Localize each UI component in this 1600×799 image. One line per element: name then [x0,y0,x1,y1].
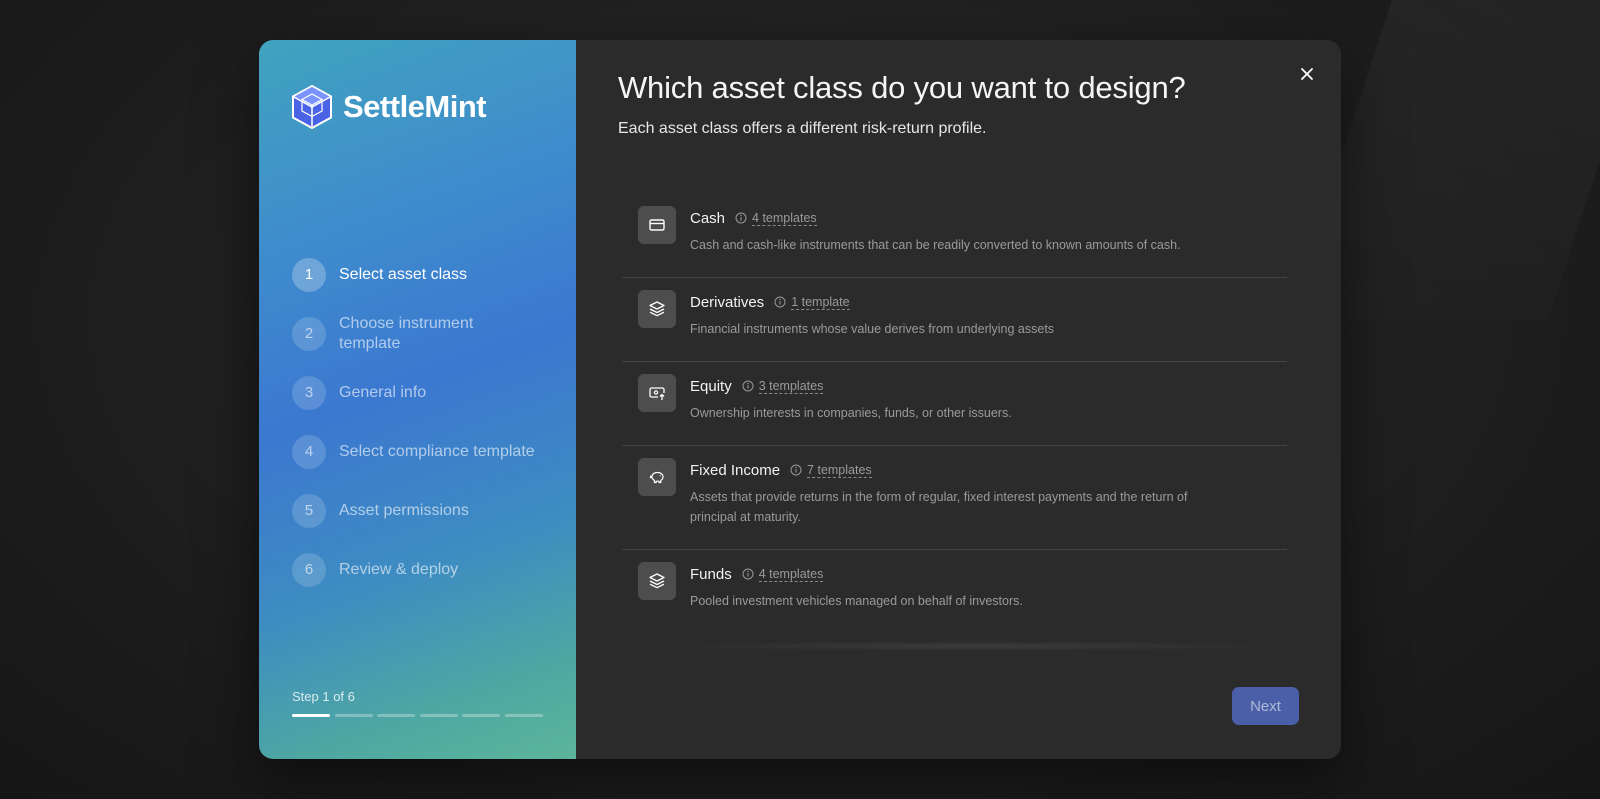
asset-class-equity[interactable]: Equity 3 templates Ownership interests i… [622,362,1287,446]
step-general-info[interactable]: 3 General info [292,363,562,422]
asset-icon-tile [638,458,676,496]
asset-class-description: Ownership interests in companies, funds,… [690,406,1012,420]
step-number: 5 [292,493,326,528]
step-label: Select asset class [339,265,468,283]
asset-class-cash[interactable]: Cash 4 templates Cash and cash-like inst… [622,194,1287,278]
info-icon [790,464,802,476]
step-choose-instrument-template[interactable]: 2 Choose instrument template [292,304,562,363]
asset-class-description: Cash and cash-like instruments that can … [690,238,1181,252]
step-asset-permissions[interactable]: 5 Asset permissions [292,481,562,540]
asset-class-description: Pooled investment vehicles managed on be… [690,594,1023,608]
step-review-deploy[interactable]: 6 Review & deploy [292,540,562,599]
info-icon [742,568,754,580]
asset-icon-tile [638,562,676,600]
asset-class-name: Equity [690,377,732,395]
step-label: Review & deploy [339,560,459,578]
templates-count-link[interactable]: 7 templates [807,463,872,478]
asset-class-description: Financial instruments whose value derive… [690,322,1055,336]
asset-class-funds[interactable]: Funds 4 templates Pooled investment vehi… [622,550,1287,633]
info-icon [774,296,786,308]
step-select-compliance-template[interactable]: 4 Select compliance template [292,422,562,481]
templates-count-link[interactable]: 4 templates [758,567,824,582]
progress-segment [377,714,415,717]
next-button[interactable]: Next [1232,687,1299,725]
info-icon [735,212,747,224]
piggy-bank-icon [649,471,664,484]
step-label: Choose instrument template [339,314,474,352]
brand-logo: SettleMint [291,84,487,130]
progress-segment [462,714,500,717]
info-icon [742,380,754,392]
step-counter: Step 1 of 6 [292,689,355,704]
step-list: 1 Select asset class 2 Choose instrument… [292,245,562,599]
asset-class-fixed-income[interactable]: Fixed Income 7 templates Assets that pro… [622,446,1287,550]
asset-class-name: Cash [690,209,726,227]
close-button[interactable] [1295,62,1319,86]
step-number: 2 [292,316,326,351]
step-number: 1 [292,257,326,292]
step-progress-bar [292,714,543,717]
wizard-sidebar: SettleMint 1 Select asset class 2 Choose… [259,40,576,759]
templates-count-link[interactable]: 4 templates [752,211,817,226]
asset-designer-dialog: SettleMint 1 Select asset class 2 Choose… [259,40,1341,759]
asset-class-name: Funds [690,565,732,583]
brand-name: SettleMint [343,89,487,124]
templates-count-link[interactable]: 3 templates [758,379,824,394]
banknote-arrow-icon [649,387,665,400]
progress-segment [334,714,373,717]
page-subtitle: Each asset class offers a different risk… [618,120,987,137]
progress-segment [419,714,458,717]
progress-segment [292,714,330,717]
step-select-asset-class[interactable]: 1 Select asset class [292,245,562,304]
layers-icon [649,301,665,317]
asset-class-list: Cash 4 templates Cash and cash-like inst… [622,194,1287,633]
wizard-content: Which asset class do you want to design?… [576,40,1341,759]
layers-icon [649,573,665,589]
step-number: 4 [292,434,326,469]
asset-class-name: Derivatives [690,293,765,311]
step-label: General info [339,383,427,401]
asset-icon-tile [638,206,676,244]
step-label: Asset permissions [339,501,469,519]
page-title: Which asset class do you want to design? [618,70,1186,105]
scroll-fade [666,641,1286,651]
step-label: Select compliance template [339,442,535,460]
asset-class-name: Fixed Income [690,461,781,479]
close-icon [1301,68,1313,80]
step-number: 3 [292,375,326,410]
settlemint-cube-icon [291,84,333,130]
progress-segment [504,714,543,717]
templates-count-link[interactable]: 1 template [791,295,850,310]
asset-class-derivatives[interactable]: Derivatives 1 template Financial instrum… [622,278,1287,362]
step-number: 6 [292,552,326,587]
asset-icon-tile [638,374,676,412]
asset-class-description: Assets that provide returns in the form … [690,490,1188,524]
asset-icon-tile [638,290,676,328]
credit-card-icon [649,219,665,231]
